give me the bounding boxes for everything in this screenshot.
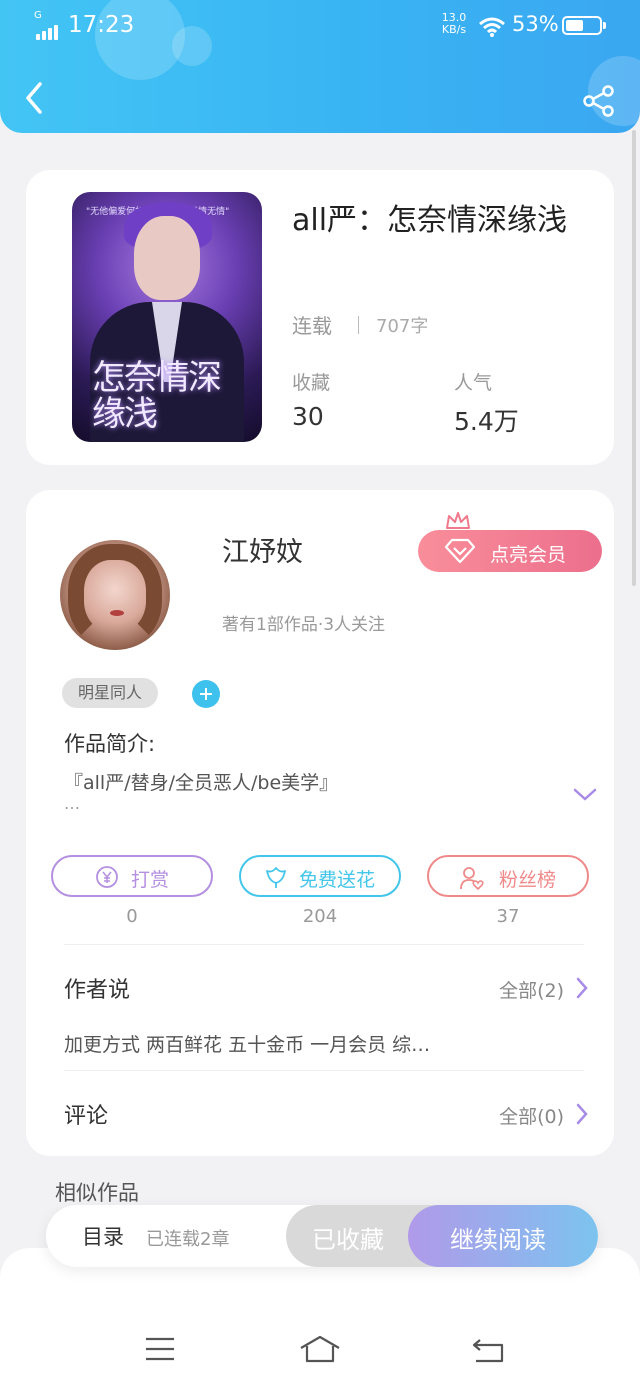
author-card: 江妤妏 著有1部作品·3人关注 点亮会员 明星同人 作品简介: 『all严/替身…: [26, 490, 614, 1156]
yuan-coin-icon: [96, 866, 118, 888]
author-name[interactable]: 江妤妏: [222, 530, 303, 569]
chevron-right-icon[interactable]: [574, 976, 590, 1000]
continue-reading-label: 继续阅读: [450, 1226, 546, 1254]
table-of-contents-button[interactable]: 目录: [82, 1221, 124, 1251]
scrollbar[interactable]: [632, 130, 636, 586]
stat-label-favorites: 收藏: [292, 372, 331, 394]
tip-label: 打赏: [131, 869, 170, 891]
speed-unit: KB/s: [441, 23, 467, 36]
chapter-count: 已连载2章: [146, 1229, 230, 1250]
comments-all-link[interactable]: 全部(0): [499, 1102, 564, 1129]
intro-heading: 作品简介:: [64, 732, 156, 756]
battery-percent: 53%: [512, 12, 559, 36]
vip-button-label: 点亮会员: [490, 544, 567, 566]
book-cover[interactable]: "无他偏爱何如何时，权势无情无情" 怎奈情深缘浅: [72, 192, 262, 442]
fan-ranking-button[interactable]: 粉丝榜: [427, 855, 589, 897]
network-speed: 13.0 KB/s: [438, 12, 470, 36]
activate-vip-button[interactable]: 点亮会员: [418, 530, 602, 572]
wifi-icon: [479, 17, 505, 37]
comments-title: 评论: [64, 1104, 109, 1129]
system-nav-bar: [0, 1248, 640, 1387]
send-flower-button[interactable]: 免费送花: [239, 855, 401, 897]
bottom-action-bar: 目录 已连载2章 已收藏 继续阅读: [46, 1205, 598, 1267]
clock: 17:23: [68, 12, 135, 38]
intro-ellipsis: …: [64, 794, 80, 813]
book-info-card: "无他偏爱何如何时，权势无情无情" 怎奈情深缘浅 all严：怎奈情深缘浅 连载 …: [26, 170, 614, 465]
expand-chevron-down-icon[interactable]: [572, 786, 598, 804]
signal-icon: G: [34, 10, 62, 40]
stat-value-popularity: 5.4万: [454, 407, 519, 436]
network-type: G: [34, 10, 42, 21]
fan-ranking-label: 粉丝榜: [499, 869, 557, 891]
share-icon[interactable]: [582, 84, 616, 118]
author-avatar[interactable]: [60, 540, 170, 650]
add-tag-icon[interactable]: [192, 680, 220, 708]
divider: [64, 1070, 584, 1071]
stat-label-popularity: 人气: [454, 372, 493, 394]
chevron-right-icon[interactable]: [574, 1102, 590, 1126]
return-icon[interactable]: [470, 1336, 506, 1364]
category-tag[interactable]: 明星同人: [62, 678, 158, 708]
flower-icon: [266, 867, 286, 888]
favorited-label: 已收藏: [312, 1226, 384, 1254]
author-says-all-link[interactable]: 全部(2): [499, 976, 564, 1003]
word-count: 707字: [376, 316, 429, 337]
intro-text: 『all严/替身/全员恶人/be美学』: [64, 772, 339, 794]
fan-count: 37: [496, 906, 520, 927]
home-icon[interactable]: [298, 1334, 342, 1364]
top-header: G 17:23 13.0 KB/s 53%: [0, 0, 640, 133]
divider: [358, 316, 359, 334]
send-flower-label: 免费送花: [299, 869, 376, 891]
battery-icon: [562, 16, 606, 35]
author-says-text[interactable]: 加更方式 两百鲜花 五十金币 一月会员 综…: [64, 1030, 430, 1057]
similar-works-heading: 相似作品: [55, 1181, 139, 1205]
tip-button[interactable]: 打赏: [51, 855, 213, 897]
cover-title: 怎奈情深缘浅: [92, 358, 222, 434]
book-status: 连载: [292, 314, 332, 338]
status-bar: G 17:23 13.0 KB/s 53%: [0, 10, 640, 44]
back-arrow-icon[interactable]: [20, 80, 50, 116]
author-says-title: 作者说: [64, 978, 131, 1003]
menu-icon[interactable]: [144, 1336, 176, 1362]
author-meta: 著有1部作品·3人关注: [222, 615, 386, 635]
tip-count: 0: [126, 906, 138, 927]
user-heart-icon: [460, 867, 484, 891]
stat-value-favorites: 30: [292, 402, 324, 431]
book-title: all严：怎奈情深缘浅: [292, 203, 568, 238]
battery-fill: [566, 20, 583, 31]
flower-count: 204: [302, 906, 338, 927]
diamond-icon: [444, 538, 476, 564]
continue-reading-button[interactable]: 继续阅读: [408, 1205, 598, 1267]
divider: [64, 944, 584, 945]
crown-icon: [446, 512, 470, 529]
